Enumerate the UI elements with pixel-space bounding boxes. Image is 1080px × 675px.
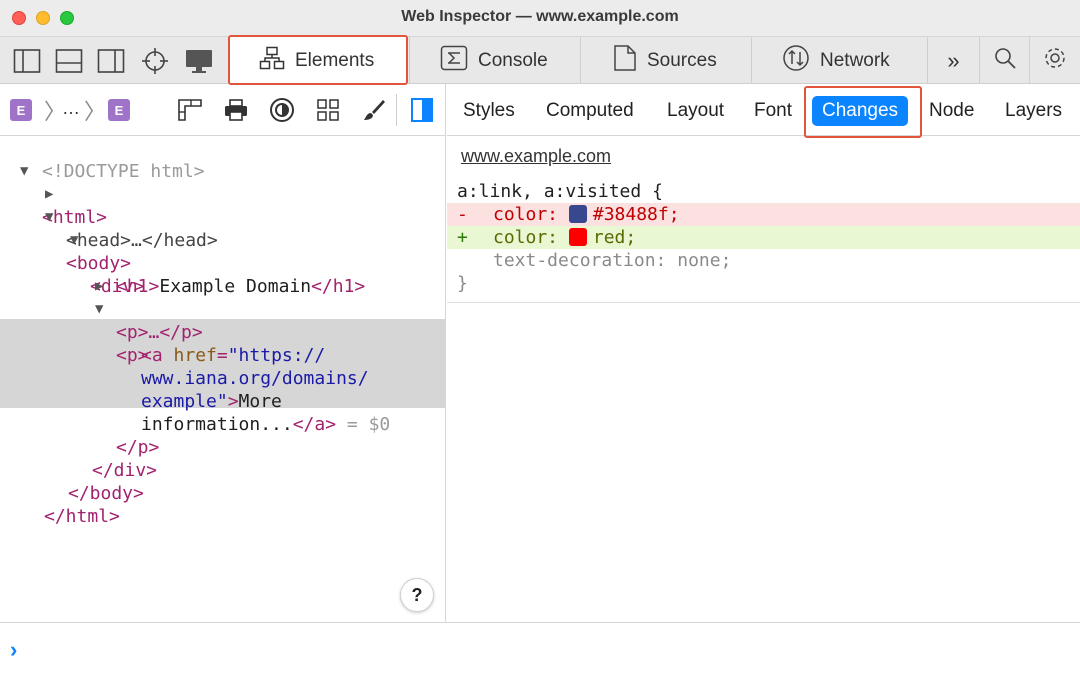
removed-prop: color: bbox=[493, 204, 559, 225]
console-icon bbox=[440, 45, 468, 77]
toolbar-divider bbox=[396, 94, 397, 126]
html-close-tag: </html> bbox=[44, 506, 120, 527]
dom-node-div[interactable]: ▼ <div> bbox=[0, 229, 446, 297]
tab-network[interactable]: Network bbox=[751, 37, 926, 84]
dock-bottom-icon[interactable] bbox=[54, 46, 84, 76]
device-monitor-icon[interactable] bbox=[184, 46, 214, 76]
console-prompt-icon: › bbox=[10, 637, 18, 662]
removed-value: #38488f; bbox=[592, 204, 680, 225]
expand-triangle-icon[interactable]: ▼ bbox=[95, 298, 103, 321]
tab-sources[interactable]: Sources bbox=[580, 37, 750, 84]
crosshair-icon[interactable] bbox=[140, 46, 170, 76]
search-icon bbox=[993, 46, 1017, 76]
added-value: red; bbox=[592, 227, 637, 248]
color-swatch[interactable] bbox=[568, 205, 587, 223]
dom-tree: <!DOCTYPE html> ▼ <html> ▶ <head>…</head… bbox=[0, 136, 446, 527]
inspector-tab-bar: Elements Console Sources Network » bbox=[0, 35, 1080, 85]
tab-console-label: Console bbox=[478, 49, 548, 71]
window-title: Web Inspector — www.example.com bbox=[401, 8, 679, 25]
rule-close-brace: } bbox=[457, 273, 468, 294]
toggle-details-sidebar-icon[interactable] bbox=[408, 96, 436, 124]
tab-changes[interactable]: Changes bbox=[812, 96, 909, 126]
network-icon bbox=[782, 44, 810, 78]
dom-node-doctype[interactable]: <!DOCTYPE html> bbox=[0, 137, 446, 182]
tab-font[interactable]: Font bbox=[754, 96, 792, 126]
paintbrush-icon[interactable] bbox=[360, 96, 388, 124]
more-tabs-button[interactable]: » bbox=[927, 37, 979, 84]
divider bbox=[447, 302, 1080, 303]
dock-right-icon[interactable] bbox=[96, 46, 126, 76]
tab-elements-label: Elements bbox=[295, 49, 375, 71]
added-prop: color: bbox=[493, 227, 559, 248]
dom-node-head[interactable]: ▶ <head>…</head> bbox=[0, 183, 446, 251]
tab-sources-label: Sources bbox=[647, 49, 717, 71]
console-prompt-bar[interactable]: › bbox=[0, 622, 1080, 675]
print-icon[interactable] bbox=[222, 96, 250, 124]
tab-computed[interactable]: Computed bbox=[546, 96, 634, 126]
dom-node-body-close[interactable]: </body> bbox=[0, 459, 446, 504]
expand-triangle-icon[interactable]: ▼ bbox=[45, 206, 53, 229]
tab-styles[interactable]: Styles bbox=[463, 96, 515, 126]
sources-icon bbox=[613, 44, 637, 78]
details-tab-bar: Styles Computed Layout Font Changes Node… bbox=[447, 84, 1080, 138]
breadcrumb-element-badge[interactable]: E bbox=[108, 99, 130, 121]
title-bar: Web Inspector — www.example.com bbox=[0, 0, 1080, 36]
details-sidebar: Styles Computed Layout Font Changes Node… bbox=[447, 84, 1080, 622]
dom-node-html-close[interactable]: </html> bbox=[0, 482, 446, 527]
elements-toolbar: E 〉 … 〉 E bbox=[0, 84, 446, 136]
gear-icon bbox=[1042, 45, 1068, 77]
dom-node-a-line-3[interactable]: example">More bbox=[0, 367, 446, 412]
tab-layers[interactable]: Layers bbox=[1005, 96, 1062, 126]
help-button[interactable]: ? bbox=[400, 578, 434, 612]
added-declaration: + color: red; bbox=[447, 226, 1080, 249]
rule-selector: a:link, a:visited { bbox=[447, 180, 1080, 203]
tab-node[interactable]: Node bbox=[929, 96, 974, 126]
dom-node-p-close[interactable]: </p> bbox=[0, 413, 446, 458]
unchanged-declaration: text-decoration: none; bbox=[447, 249, 1080, 272]
changes-site-link[interactable]: www.example.com bbox=[461, 146, 611, 167]
elements-icon bbox=[259, 46, 285, 76]
dom-node-p[interactable]: ▼ <p> bbox=[0, 298, 446, 366]
css-rule-diff: a:link, a:visited { - color: #38488f; + co… bbox=[447, 180, 1080, 295]
dock-left-icon[interactable] bbox=[12, 46, 42, 76]
breadcrumb-element-badge[interactable]: E bbox=[10, 99, 32, 121]
dom-node-div-close[interactable]: </div> bbox=[0, 436, 446, 481]
rule-close: } bbox=[447, 272, 1080, 295]
expand-triangle-icon[interactable]: ▼ bbox=[20, 160, 28, 183]
dom-node-h1[interactable]: <h1>Example Domain</h1> bbox=[0, 252, 446, 297]
breadcrumb-ellipsis[interactable]: … bbox=[62, 98, 80, 119]
selector-text: a:link, a:visited { bbox=[457, 181, 663, 202]
removed-declaration: - color: #38488f; bbox=[447, 203, 1080, 226]
settings-button[interactable] bbox=[1029, 37, 1080, 84]
tab-console[interactable]: Console bbox=[409, 37, 579, 84]
breadcrumb-separator-icon: 〉 bbox=[84, 99, 107, 124]
collapse-triangle-icon[interactable]: ▶ bbox=[95, 275, 103, 298]
dom-node-html[interactable]: ▼ <html> bbox=[0, 160, 446, 228]
collapse-triangle-icon[interactable]: ▶ bbox=[45, 183, 53, 206]
added-sign: + bbox=[457, 227, 468, 248]
grid-overlay-icon[interactable] bbox=[314, 96, 342, 124]
dom-tree-pane: E 〉 … 〉 E <!DOCTYPE html> ▼ <html> ▶ <he… bbox=[0, 84, 446, 622]
tab-network-label: Network bbox=[820, 49, 890, 71]
unchanged-text: text-decoration: none; bbox=[493, 250, 732, 271]
tab-elements[interactable]: Elements bbox=[228, 37, 408, 84]
dom-node-p-collapsed[interactable]: ▶ <p>…</p> bbox=[0, 275, 446, 343]
removed-sign: - bbox=[457, 204, 468, 225]
layout-grid-icon[interactable] bbox=[176, 96, 204, 124]
appearance-icon[interactable] bbox=[268, 96, 296, 124]
dom-node-a-line-4[interactable]: information...</a> = $0 bbox=[0, 390, 446, 435]
dom-node-body[interactable]: ▼ <body> bbox=[0, 206, 446, 274]
dom-node-a-line-1[interactable]: <a href="https:// bbox=[0, 321, 446, 366]
expand-triangle-icon[interactable]: ▼ bbox=[70, 229, 78, 252]
tab-layout[interactable]: Layout bbox=[667, 96, 724, 126]
dom-node-a-line-2[interactable]: www.iana.org/domains/ bbox=[0, 344, 446, 389]
search-button[interactable] bbox=[979, 37, 1029, 84]
color-swatch[interactable] bbox=[568, 228, 587, 246]
more-tabs-icon: » bbox=[947, 47, 960, 73]
